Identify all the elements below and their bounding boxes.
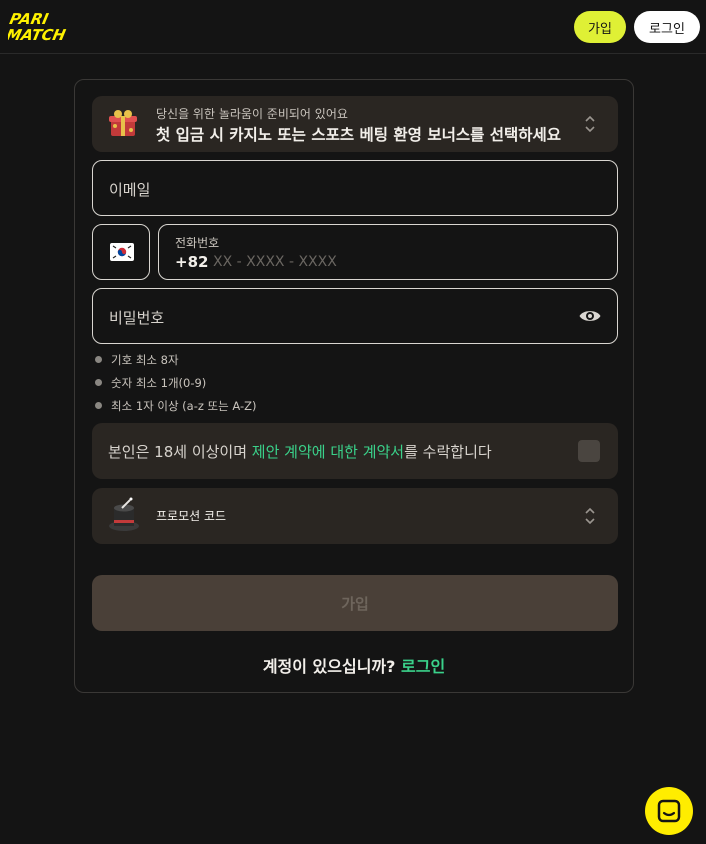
parimatch-logo[interactable]: PARI MATCH	[8, 9, 108, 43]
have-account-text: 계정이 있으십니까?	[262, 657, 396, 676]
have-account-prompt: 계정이 있으십니까? 로그인	[75, 653, 633, 677]
terms-checkbox[interactable]	[578, 440, 600, 462]
email-placeholder: 이메일	[109, 181, 151, 199]
svg-text:MATCH: MATCH	[8, 26, 68, 43]
eye-icon[interactable]	[578, 306, 602, 326]
terms-prefix: 본인은 18세 이상이며	[108, 443, 252, 461]
kr-flag-icon	[110, 243, 134, 261]
password-rules: 기호 최소 8자 숫자 최소 1개(0-9) 최소 1자 이상 (a-z 또는 …	[95, 352, 257, 421]
promo-code-label: 프로모션 코드	[156, 509, 227, 523]
signup-button[interactable]: 가입	[574, 11, 626, 43]
password-placeholder: 비밀번호	[109, 309, 165, 327]
chevron-updown-icon	[585, 115, 595, 133]
phone-field[interactable]: 전화번호 +82 XX - XXXX - XXXX	[158, 224, 618, 280]
password-rule: 숫자 최소 1개(0-9)	[95, 375, 257, 398]
phone-placeholder: XX - XXXX - XXXX	[213, 254, 337, 270]
bullet-icon	[95, 402, 102, 409]
chevron-updown-icon	[585, 507, 595, 525]
promo-code-selector[interactable]: 프로모션 코드	[92, 488, 618, 544]
bonus-subtitle: 당신을 위한 놀라움이 준비되어 있어요	[156, 107, 348, 121]
terms-link[interactable]: 제안 계약에 대한 계약서	[252, 443, 404, 461]
phone-prefix: +82	[175, 253, 209, 271]
top-bar: PARI MATCH 가입 로그인	[0, 0, 706, 54]
chat-support-button[interactable]	[645, 787, 693, 835]
email-field[interactable]: 이메일	[92, 160, 618, 216]
phone-label: 전화번호	[175, 236, 220, 250]
login-button[interactable]: 로그인	[634, 11, 700, 43]
login-link[interactable]: 로그인	[401, 657, 445, 676]
terms-text: 본인은 18세 이상이며 제안 계약에 대한 계약서를 수락합니다	[108, 441, 492, 462]
bonus-title: 첫 입금 시 카지노 또는 스포츠 베팅 환영 보너스를 선택하세요	[156, 126, 562, 144]
password-rule: 기호 최소 8자	[95, 352, 257, 375]
signup-form: 당신을 위한 놀라움이 준비되어 있어요 첫 입금 시 카지노 또는 스포츠 베…	[74, 79, 634, 693]
bonus-selector[interactable]: 당신을 위한 놀라움이 준비되어 있어요 첫 입금 시 카지노 또는 스포츠 베…	[92, 96, 618, 152]
rule-text: 기호 최소 8자	[111, 353, 179, 367]
terms-suffix: 를 수락합니다	[404, 443, 492, 461]
submit-signup-button[interactable]: 가입	[92, 575, 618, 631]
country-selector[interactable]	[92, 224, 150, 280]
gift-box-icon	[109, 110, 137, 136]
password-field[interactable]: 비밀번호	[92, 288, 618, 344]
bullet-icon	[95, 356, 102, 363]
rule-text: 숫자 최소 1개(0-9)	[111, 376, 207, 390]
terms-agreement: 본인은 18세 이상이며 제안 계약에 대한 계약서를 수락합니다	[92, 423, 618, 479]
magic-hat-icon	[109, 497, 139, 531]
rule-text: 최소 1자 이상 (a-z 또는 A-Z)	[111, 399, 257, 413]
chat-icon	[657, 799, 681, 823]
bullet-icon	[95, 379, 102, 386]
password-rule: 최소 1자 이상 (a-z 또는 A-Z)	[95, 398, 257, 421]
